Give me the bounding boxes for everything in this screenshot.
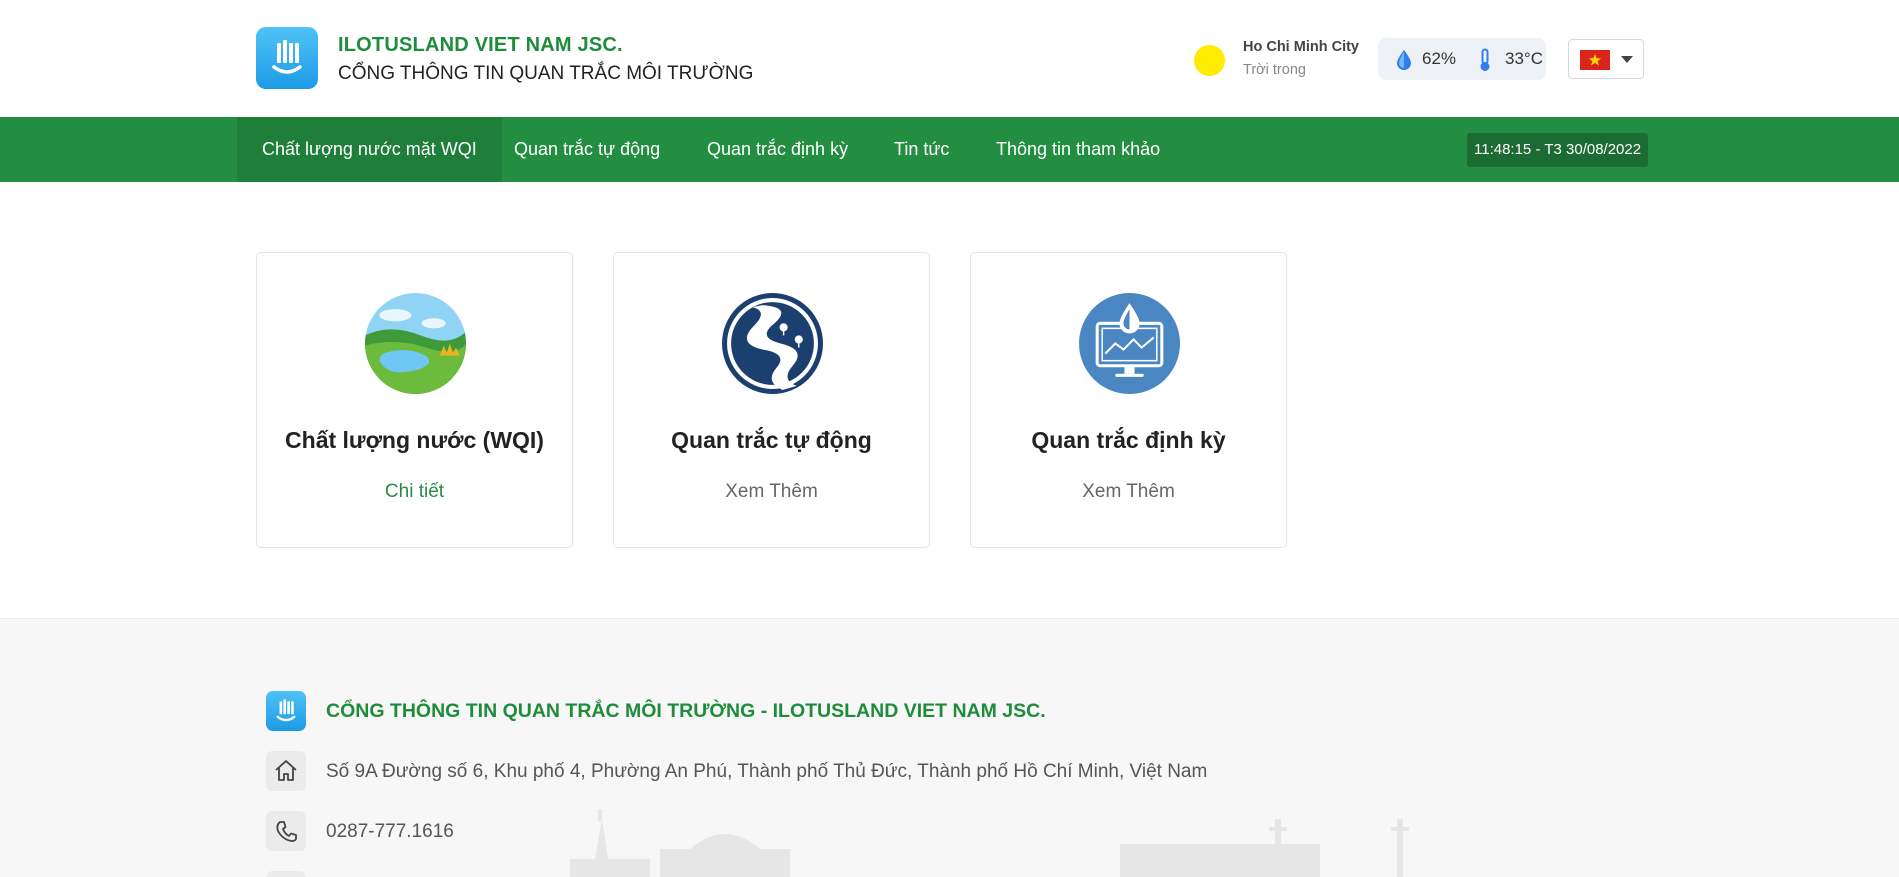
weather-condition: Trời trong: [1243, 62, 1306, 78]
city-skyline-illustration: [570, 809, 1409, 877]
footer-address: Số 9A Đường số 6, Khu phố 4, Phường An P…: [326, 761, 1208, 782]
nav-item-periodic-monitoring[interactable]: Quan trắc định kỳ: [707, 117, 848, 182]
clock-badge: 11:48:15 - T3 30/08/2022: [1467, 133, 1649, 167]
language-selector[interactable]: [1568, 39, 1644, 79]
chevron-down-icon: [1621, 56, 1633, 63]
nav-item-wqi[interactable]: Chất lượng nước mặt WQI: [237, 117, 502, 182]
nav-item-reference[interactable]: Thông tin tham khảo: [996, 117, 1160, 182]
humidity-icon: [1397, 50, 1411, 70]
humidity-value: 62%: [1422, 49, 1457, 68]
nav-item-auto-monitoring[interactable]: Quan trắc tự động: [514, 117, 660, 182]
card-detail-link[interactable]: Chi tiết: [257, 481, 572, 503]
monitor-water-icon: [1079, 293, 1180, 394]
card-auto-monitoring[interactable]: Quan trắc tự động Xem Thêm: [613, 252, 930, 548]
header: ILOTUSLAND VIET NAM JSC. CỔNG THÔNG TIN …: [0, 0, 1899, 117]
footer-phone[interactable]: 0287-777.1616: [326, 821, 454, 843]
card-wqi[interactable]: Chất lượng nước (WQI) Chi tiết: [256, 252, 573, 548]
main-nav: Chất lượng nước mặt WQI Quan trắc tự độn…: [0, 117, 1899, 182]
card-periodic-monitoring[interactable]: Quan trắc định kỳ Xem Thêm: [970, 252, 1287, 548]
card-title: Quan trắc định kỳ: [1031, 427, 1226, 453]
brand-name[interactable]: ILOTUSLAND VIET NAM JSC.: [338, 34, 623, 57]
nav-item-news[interactable]: Tin tức: [894, 117, 949, 182]
card-more-link[interactable]: Xem Thêm: [971, 481, 1286, 503]
brand-subtitle: CỔNG THÔNG TIN QUAN TRẮC MÔI TRƯỜNG: [338, 63, 754, 84]
logo-icon[interactable]: [256, 27, 318, 89]
footer-title: CỔNG THÔNG TIN QUAN TRẮC MÔI TRƯỜNG - IL…: [326, 700, 1046, 722]
card-title: Chất lượng nước (WQI): [285, 427, 544, 453]
email-icon: [266, 871, 306, 877]
footer: CỔNG THÔNG TIN QUAN TRẮC MÔI TRƯỜNG - IL…: [0, 618, 1899, 877]
temperature-value: 33°C: [1505, 49, 1543, 68]
landscape-icon: [365, 293, 466, 394]
river-icon: [722, 293, 823, 394]
thermometer-icon: [1480, 48, 1490, 71]
weather-stats: 62% 33°C: [1378, 38, 1546, 80]
footer-logo-icon: [266, 691, 306, 731]
weather-city: Ho Chi Minh City: [1243, 39, 1359, 55]
phone-icon: [266, 811, 306, 851]
card-more-link[interactable]: Xem Thêm: [614, 481, 929, 503]
vietnam-flag-icon: [1580, 50, 1610, 70]
card-title: Quan trắc tự động: [671, 427, 872, 453]
home-icon: [266, 751, 306, 791]
sun-icon: [1194, 45, 1225, 76]
